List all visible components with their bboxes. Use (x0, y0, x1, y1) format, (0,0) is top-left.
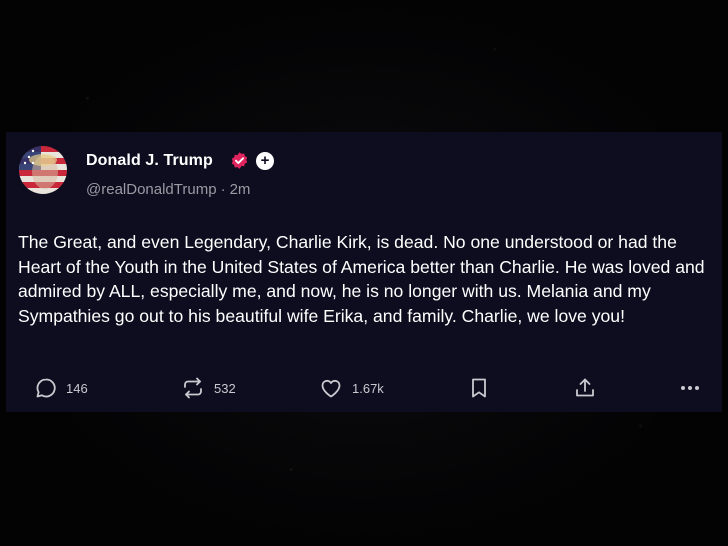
reply-count: 146 (66, 380, 88, 396)
post-card: Donald J. Trump + @realDonaldTrump · 2m Th… (6, 132, 722, 412)
author-name[interactable]: Donald J. Trump (86, 152, 213, 170)
author-handle[interactable]: @realDonaldTrump (86, 181, 217, 198)
post-text: The Great, and even Legendary, Charlie K… (18, 232, 705, 326)
reply-button[interactable]: 146 (34, 375, 88, 401)
repost-count: 532 (214, 380, 236, 396)
verified-badge-icon (231, 152, 248, 169)
like-count: 1.67k (352, 380, 384, 396)
share-button[interactable] (573, 375, 597, 401)
share-icon (576, 378, 594, 397)
post-time[interactable]: 2m (230, 181, 251, 198)
follow-button[interactable]: + (256, 152, 274, 170)
more-button[interactable] (678, 375, 702, 401)
repost-icon (184, 377, 202, 399)
repost-button[interactable]: 532 (180, 375, 236, 401)
handle-line: @realDonaldTrump · 2m (86, 181, 250, 198)
action-bar: 146 532 1.67k (34, 375, 714, 401)
reply-icon (36, 378, 56, 398)
like-icon (321, 379, 341, 398)
bookmark-button[interactable] (469, 375, 489, 401)
more-icon (681, 386, 699, 390)
separator: · (220, 181, 226, 198)
bookmark-icon (472, 378, 486, 398)
avatar[interactable] (19, 146, 67, 194)
like-button[interactable]: 1.67k (318, 375, 384, 401)
